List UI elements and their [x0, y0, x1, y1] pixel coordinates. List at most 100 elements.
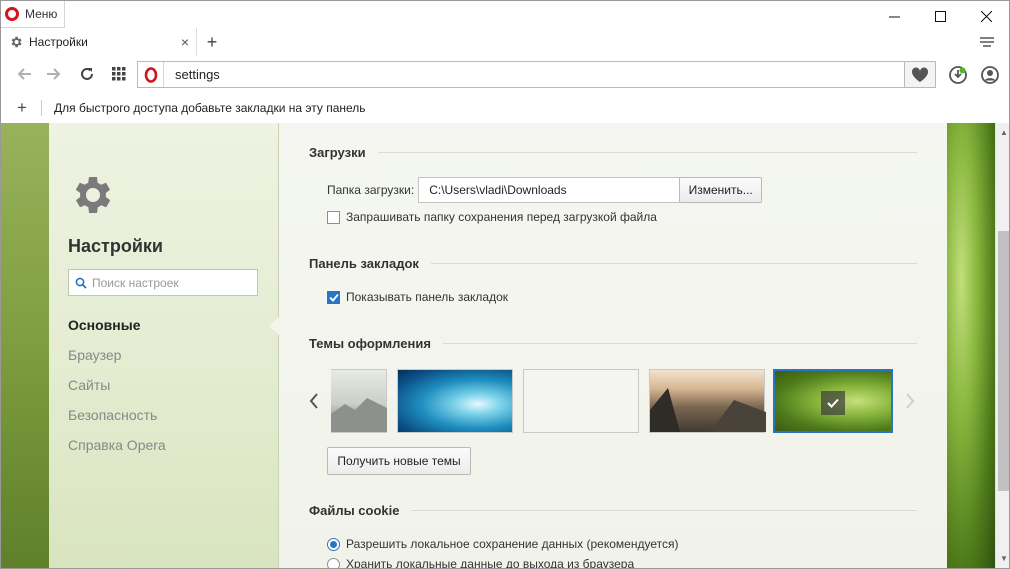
window-controls	[871, 1, 1009, 31]
sidebar-item-websites[interactable]: Сайты	[68, 378, 166, 408]
settings-nav: Основные Браузер Сайты Безопасность Спра…	[68, 318, 166, 468]
scrollbar-thumb[interactable]	[998, 231, 1009, 491]
cookie-session-radio[interactable]	[327, 557, 340, 568]
maximize-icon	[934, 10, 946, 22]
tab-menu-icon	[980, 37, 994, 47]
settings-search-input[interactable]: Поиск настроек	[68, 269, 258, 296]
cookie-session-label: Хранить локальные данные до выхода из бр…	[346, 557, 635, 569]
selected-theme-check	[821, 391, 845, 415]
download-folder-label: Папка загрузки:	[327, 183, 415, 197]
site-info-button[interactable]	[138, 62, 164, 87]
downloads-section-header: Загрузки	[309, 145, 917, 160]
cookie-option-allow[interactable]: Разрешить локальное сохранение данных (р…	[327, 537, 678, 551]
change-folder-button[interactable]: Изменить...	[679, 177, 763, 203]
minimize-button[interactable]	[871, 1, 917, 31]
mountains-image	[331, 398, 387, 432]
settings-content: Загрузки Папка загрузки: C:\Users\vladi\…	[279, 123, 947, 569]
url-text[interactable]: settings	[175, 67, 220, 82]
settings-sidebar: Настройки Поиск настроек Основные Браузе…	[49, 123, 279, 568]
sidebar-item-opera-help[interactable]: Справка Opera	[68, 438, 166, 468]
search-placeholder: Поиск настроек	[92, 275, 179, 290]
chevron-left-icon	[309, 393, 318, 409]
ask-folder-checkbox[interactable]	[327, 210, 340, 224]
sidebar-title: Настройки	[68, 236, 163, 256]
theme-thumbnail[interactable]	[523, 369, 639, 433]
add-bookmark-button[interactable]: +	[13, 98, 31, 118]
tab-title: Настройки	[29, 35, 88, 49]
bookmarks-divider	[41, 100, 42, 116]
maximize-button[interactable]	[917, 1, 963, 31]
title-bar: Меню	[0, 0, 1010, 30]
settings-gear-icon	[75, 177, 111, 213]
downloads-heading: Загрузки	[309, 145, 366, 160]
bookmark-heart-button[interactable]	[905, 61, 936, 88]
active-section-pointer	[269, 317, 279, 335]
reload-icon	[81, 67, 93, 80]
minimize-icon	[888, 16, 900, 17]
close-window-button[interactable]	[963, 1, 1009, 31]
show-bookmarks-label: Показывать панель закладок	[346, 290, 509, 304]
new-tab-button[interactable]: +	[201, 30, 223, 54]
cookies-section-header: Файлы cookie	[309, 503, 917, 518]
scroll-down-arrow[interactable]: ▼	[999, 553, 1009, 563]
ask-folder-label: Запрашивать папку сохранения перед загру…	[346, 210, 657, 224]
mountain-sunset-image	[650, 388, 766, 432]
url-field[interactable]: settings	[137, 61, 905, 88]
page-scrollbar[interactable]: ▲ ▼	[995, 123, 1009, 568]
bookmarks-bar: + Для быстрого доступа добавьте закладки…	[0, 93, 1010, 123]
themes-prev-button[interactable]	[307, 391, 321, 411]
theme-background-right	[947, 123, 995, 568]
theme-background-left	[1, 123, 49, 568]
account-button[interactable]	[980, 65, 1000, 85]
download-folder-field[interactable]: C:\Users\vladi\Downloads	[418, 177, 681, 203]
theme-thumbnail[interactable]	[649, 369, 766, 433]
themes-next-button[interactable]	[903, 391, 917, 411]
chevron-right-icon	[906, 393, 915, 409]
section-divider	[377, 152, 917, 153]
grid-icon	[112, 67, 126, 81]
themes-heading: Темы оформления	[309, 336, 431, 351]
checkmark-icon	[328, 293, 339, 302]
opera-menu-button[interactable]: Меню	[1, 1, 65, 28]
ask-folder-row[interactable]: Запрашивать папку сохранения перед загру…	[327, 210, 657, 224]
reload-button[interactable]	[76, 64, 98, 84]
back-button[interactable]	[13, 64, 35, 84]
bookmarks-heading: Панель закладок	[309, 256, 419, 271]
search-icon	[75, 277, 87, 289]
download-icon	[949, 66, 967, 84]
forward-button[interactable]	[43, 64, 65, 84]
sidebar-item-security[interactable]: Безопасность	[68, 408, 166, 438]
gear-icon	[11, 36, 22, 48]
theme-thumbnail-selected[interactable]	[773, 369, 893, 433]
show-bookmarks-checkbox[interactable]	[327, 290, 340, 304]
speed-dial-button[interactable]	[108, 64, 130, 84]
theme-thumbnail[interactable]	[397, 369, 513, 433]
cookies-heading: Файлы cookie	[309, 503, 400, 518]
sidebar-item-browser[interactable]: Браузер	[68, 348, 166, 378]
themes-carousel	[307, 367, 921, 435]
themes-section-header: Темы оформления	[309, 336, 917, 351]
bookmarks-hint: Для быстрого доступа добавьте закладки н…	[54, 101, 366, 115]
get-new-themes-button[interactable]: Получить новые темы	[327, 447, 471, 475]
close-icon	[980, 10, 992, 22]
section-divider	[430, 263, 917, 264]
cookie-option-session[interactable]: Хранить локальные данные до выхода из бр…	[327, 557, 635, 569]
cookie-allow-radio[interactable]	[327, 537, 340, 551]
user-icon	[981, 66, 999, 84]
settings-page: Настройки Поиск настроек Основные Браузе…	[0, 123, 1010, 569]
tab-settings[interactable]: Настройки ×	[1, 28, 197, 56]
checkmark-icon	[827, 398, 839, 408]
section-divider	[411, 510, 917, 511]
sidebar-item-basic[interactable]: Основные	[68, 318, 166, 348]
theme-thumbnail[interactable]	[331, 369, 387, 433]
heart-icon	[911, 66, 929, 82]
bookmarks-section-header: Панель закладок	[309, 256, 917, 271]
section-divider	[442, 343, 917, 344]
opera-o-icon	[144, 66, 157, 83]
scroll-up-arrow[interactable]: ▲	[999, 127, 1009, 137]
tab-close-button[interactable]: ×	[174, 34, 196, 50]
show-bookmarks-row[interactable]: Показывать панель закладок	[327, 290, 508, 304]
downloads-button[interactable]	[948, 65, 968, 85]
opera-logo-icon	[5, 7, 19, 21]
tab-menu-button[interactable]	[977, 32, 997, 52]
